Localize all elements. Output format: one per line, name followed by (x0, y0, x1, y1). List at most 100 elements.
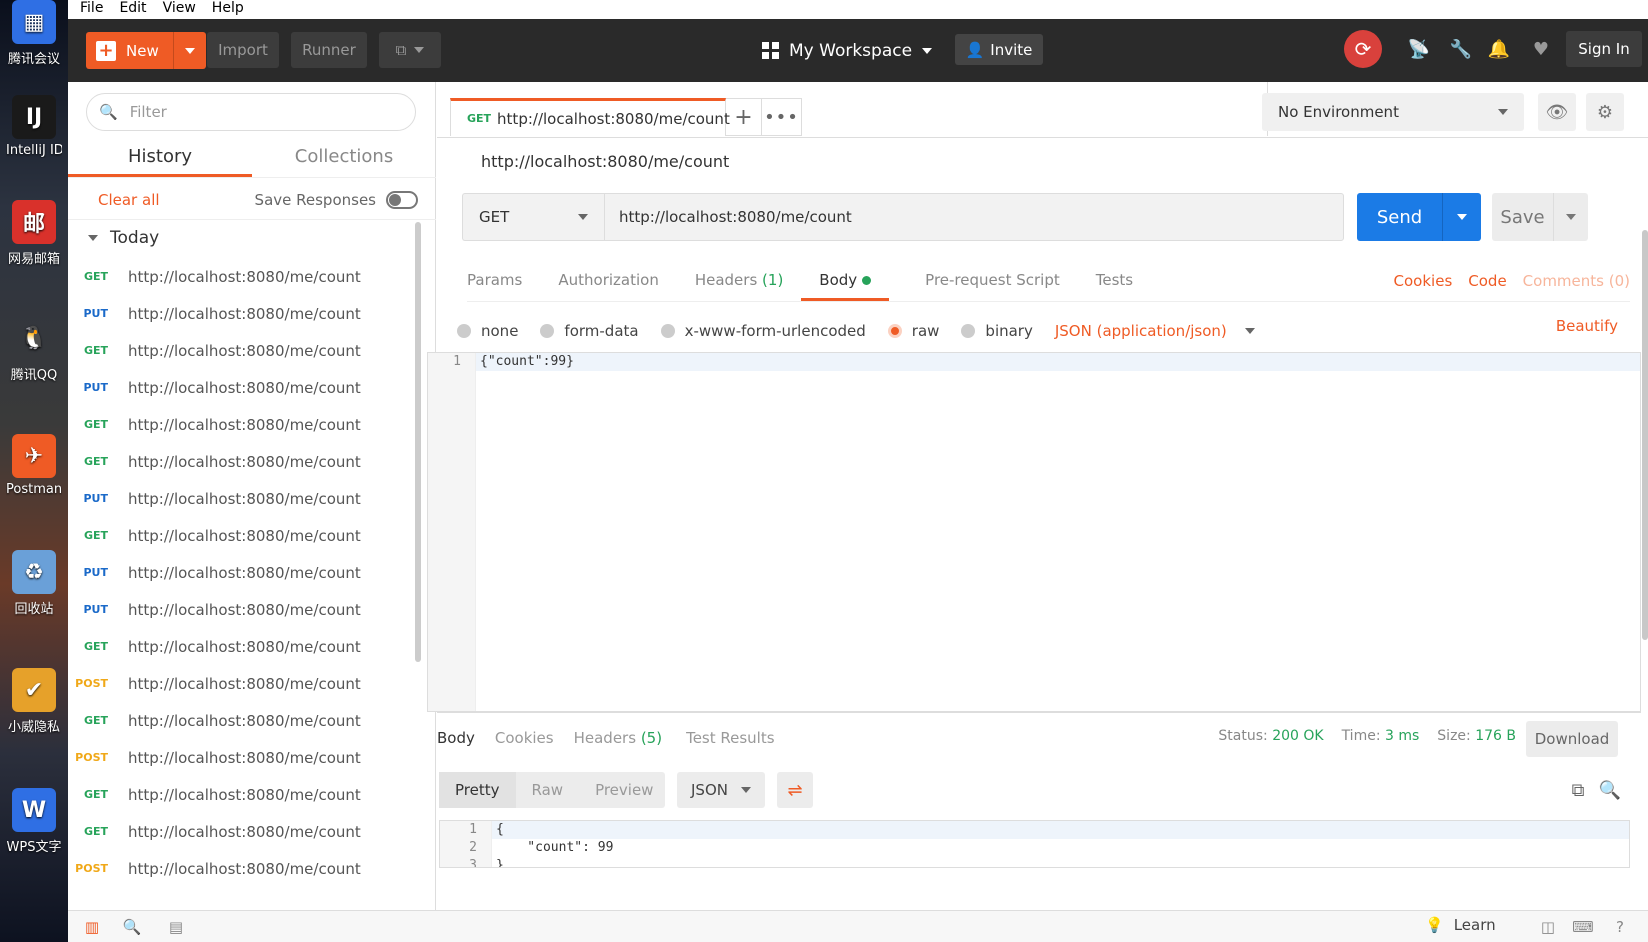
desktop-icon[interactable]: ✈ Postman (6, 434, 62, 497)
tab-tests[interactable]: Tests (1096, 271, 1133, 301)
menu-edit[interactable]: Edit (119, 0, 146, 19)
save-responses-toggle[interactable] (386, 190, 418, 209)
tab-headers[interactable]: Headers (1) (695, 271, 783, 301)
history-item[interactable]: GET http://localhost:8080/me/count (68, 443, 416, 480)
history-item[interactable]: PUT http://localhost:8080/me/count (68, 480, 416, 517)
desktop-icon[interactable]: ✔ 小威隐私 (6, 668, 62, 735)
keyboard-icon[interactable]: ⌨ (1572, 918, 1594, 936)
clear-all-link[interactable]: Clear all (98, 191, 160, 209)
sync-icon[interactable]: ⟳ (1344, 30, 1382, 68)
wrap-lines-button[interactable]: ⇌ (777, 772, 813, 808)
save-button[interactable]: Save (1492, 193, 1588, 241)
satellite-icon[interactable]: 📡 (1408, 38, 1430, 60)
response-tab-body[interactable]: Body (437, 729, 475, 747)
tab-params[interactable]: Params (467, 271, 522, 301)
filter-input[interactable]: 🔍 Filter (86, 93, 416, 131)
history-item[interactable]: GET http://localhost:8080/me/count (68, 332, 416, 369)
content-type-select[interactable]: JSON (application/json) (1055, 322, 1255, 340)
search-icon[interactable]: 🔍 (1598, 778, 1622, 802)
response-format-select[interactable]: JSON (677, 772, 765, 808)
sign-in-button[interactable]: Sign In (1566, 31, 1642, 67)
history-item[interactable]: GET http://localhost:8080/me/count (68, 406, 416, 443)
view-mode-pretty[interactable]: Pretty (439, 772, 516, 808)
history-item[interactable]: GET http://localhost:8080/me/count (68, 628, 416, 665)
body-option-urlencoded[interactable]: x-www-form-urlencoded (660, 322, 866, 340)
response-tab-headers[interactable]: Headers (5) (574, 729, 662, 747)
copy-icon[interactable]: ⧉ (1566, 778, 1590, 802)
send-button[interactable]: Send (1357, 193, 1481, 241)
history-item[interactable]: GET http://localhost:8080/me/count (68, 813, 416, 850)
save-options-caret[interactable] (1554, 193, 1588, 241)
response-tab-test-results[interactable]: Test Results (686, 729, 774, 747)
url-input[interactable]: http://localhost:8080/me/count (604, 193, 1344, 241)
new-dropdown-caret[interactable] (174, 32, 206, 69)
manage-environments-button[interactable]: ⚙ (1586, 93, 1624, 131)
view-mode-preview[interactable]: Preview (579, 781, 669, 799)
history-item[interactable]: POST http://localhost:8080/me/count (68, 850, 416, 887)
workspace-switcher[interactable]: My Workspace (762, 19, 933, 82)
desktop-icon[interactable]: 🐧 腾讯QQ (6, 316, 62, 384)
invite-button[interactable]: 👤 Invite (955, 34, 1043, 65)
help-icon[interactable]: ? (1610, 918, 1630, 936)
desktop-icon[interactable]: 邮网易邮箱 (6, 200, 62, 267)
desktop-icon[interactable]: IJ IntelliJ IDEA 2019.2.2 (6, 95, 62, 158)
beautify-link[interactable]: Beautify (1556, 317, 1618, 335)
console-icon[interactable]: ▤ (166, 918, 186, 936)
history-item[interactable]: PUT http://localhost:8080/me/count (68, 554, 416, 591)
tab-pre-request-script[interactable]: Pre-request Script (925, 271, 1060, 301)
heart-icon[interactable]: ♥ (1530, 38, 1552, 60)
request-body-editor[interactable]: 1 {"count":99} (427, 352, 1641, 712)
history-item[interactable]: PUT http://localhost:8080/me/count (68, 591, 416, 628)
history-item[interactable]: GET http://localhost:8080/me/count (68, 776, 416, 813)
sidebar-toggle-icon[interactable]: ▥ (82, 918, 102, 936)
two-pane-view-icon[interactable]: ◫ (1538, 918, 1558, 936)
add-tab-button[interactable]: + (726, 98, 762, 136)
bell-icon[interactable]: 🔔 (1488, 38, 1510, 60)
request-tab[interactable]: GET http://localhost:8080/me/count (450, 98, 730, 136)
cookies-link[interactable]: Cookies (1394, 272, 1453, 290)
body-option-none[interactable]: none (457, 322, 518, 340)
send-options-caret[interactable] (1443, 193, 1481, 241)
history-item-url: http://localhost:8080/me/count (128, 748, 361, 767)
menu-help[interactable]: Help (212, 0, 244, 19)
find-icon[interactable]: 🔍 (122, 918, 142, 936)
history-item[interactable]: GET http://localhost:8080/me/count (68, 702, 416, 739)
tab-collections[interactable]: Collections (252, 140, 436, 177)
learn-button[interactable]: 💡 Learn (1425, 916, 1496, 934)
history-item[interactable]: GET http://localhost:8080/me/count (68, 258, 416, 295)
response-tab-cookies[interactable]: Cookies (495, 729, 554, 747)
tab-body[interactable]: Body (801, 271, 890, 301)
environment-select[interactable]: No Environment (1262, 93, 1524, 131)
menu-file[interactable]: File (80, 0, 103, 19)
desktop-icon[interactable]: W WPS文字 (6, 788, 62, 855)
view-mode-raw[interactable]: Raw (516, 781, 580, 799)
download-button[interactable]: Download (1526, 721, 1618, 757)
menu-view[interactable]: View (163, 0, 196, 19)
body-option-raw[interactable]: raw (887, 322, 939, 340)
new-window-button[interactable]: ⧉ (379, 32, 441, 68)
comments-link[interactable]: Comments (0) (1523, 272, 1630, 290)
body-option-binary[interactable]: binary (961, 322, 1033, 340)
tab-authorization[interactable]: Authorization (558, 271, 658, 301)
more-tabs-button[interactable]: ••• (762, 98, 802, 136)
history-item[interactable]: PUT http://localhost:8080/me/count (68, 295, 416, 332)
desktop-icon[interactable]: ▦ 腾讯会议 (6, 0, 62, 67)
response-body-viewer[interactable]: 1 2 3 { "count": 99 } (439, 820, 1630, 868)
body-option-form-data[interactable]: form-data (540, 322, 639, 340)
sidebar-scrollbar[interactable] (415, 222, 421, 662)
wrench-icon[interactable]: 🔧 (1450, 38, 1472, 60)
method-select[interactable]: GET (462, 193, 604, 241)
environment-quick-look-button[interactable]: 👁 (1538, 93, 1576, 131)
history-item[interactable]: PUT http://localhost:8080/me/count (68, 369, 416, 406)
import-button[interactable]: Import (207, 32, 279, 68)
tab-history[interactable]: History (68, 140, 252, 177)
runner-button[interactable]: Runner (291, 32, 367, 68)
new-button[interactable]: + New (86, 32, 206, 69)
history-item[interactable]: POST http://localhost:8080/me/count (68, 739, 416, 776)
history-item[interactable]: GET http://localhost:8080/me/count (68, 517, 416, 554)
code-link[interactable]: Code (1468, 272, 1506, 290)
desktop-icon[interactable]: ♻ 回收站 (6, 550, 62, 617)
history-item[interactable]: POST http://localhost:8080/me/count (68, 665, 416, 702)
main-scrollbar[interactable] (1642, 230, 1648, 640)
history-group-today[interactable]: Today (88, 228, 159, 248)
